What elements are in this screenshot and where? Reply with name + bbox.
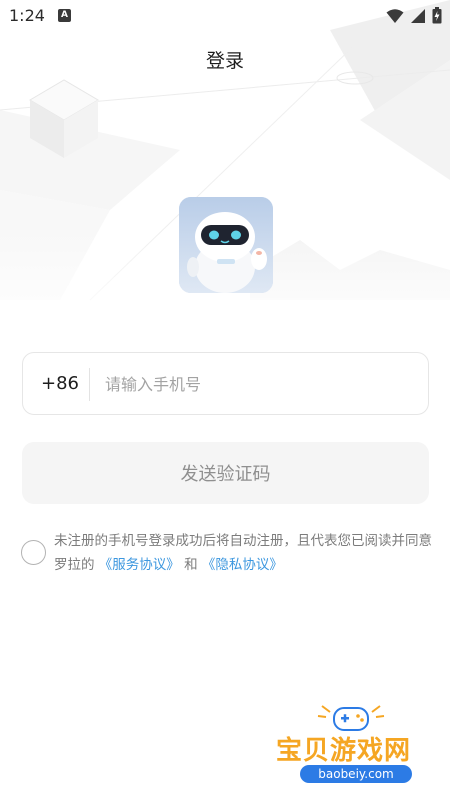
watermark-url: baobeiy.com <box>300 765 412 783</box>
divider <box>89 368 90 401</box>
watermark: 宝贝游戏网 baobeiy.com <box>266 700 436 794</box>
status-bar: 1:24 A <box>0 0 450 32</box>
send-code-button[interactable]: 发送验证码 <box>22 442 429 504</box>
phone-input-row: +86 <box>22 352 429 415</box>
wifi-icon <box>386 8 404 23</box>
watermark-title: 宝贝游戏网 <box>276 736 412 766</box>
battery-icon <box>432 7 442 24</box>
status-time: 1:24 <box>9 6 45 25</box>
notification-icon: A <box>58 9 71 22</box>
page-title: 登录 <box>205 50 244 72</box>
service-agreement-link[interactable]: 《服务协议》 <box>99 557 180 573</box>
privacy-agreement-link[interactable]: 《隐私协议》 <box>202 557 283 573</box>
country-code-selector[interactable]: +86 <box>41 373 79 394</box>
agreement-text: 未注册的手机号登录成功后将自动注册，且代表您已阅读并同意罗拉的 《服务协议》 和… <box>54 529 439 577</box>
mascot-image <box>179 197 273 293</box>
signal-icon <box>411 8 425 23</box>
gamepad-icon <box>317 705 385 731</box>
agreement-connector: 和 <box>184 557 198 573</box>
phone-input[interactable] <box>105 367 405 401</box>
agreement-checkbox[interactable] <box>21 540 46 565</box>
app-logo <box>179 197 273 293</box>
status-icons <box>386 7 442 24</box>
